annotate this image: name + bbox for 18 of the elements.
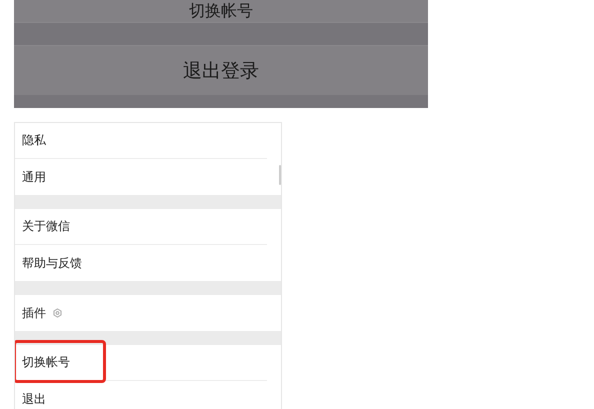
item-label: 帮助与反馈	[22, 254, 82, 272]
item-label: 切换帐号	[22, 354, 70, 371]
settings-item[interactable]: 切换帐号	[15, 345, 267, 381]
settings-item[interactable]: 插件	[15, 295, 267, 331]
settings-item[interactable]: 关于微信	[15, 209, 267, 245]
settings-item[interactable]: 退出	[15, 381, 267, 409]
scrollbar[interactable]	[279, 165, 281, 185]
menu-button[interactable]: 切换帐号	[14, 0, 428, 22]
menu-button[interactable]: 退出登录	[14, 46, 428, 95]
item-label: 通用	[22, 168, 46, 186]
item-label: 关于微信	[22, 218, 70, 235]
item-label: 插件	[22, 304, 46, 322]
gear-icon	[53, 308, 62, 318]
item-label: 隐私	[22, 132, 46, 149]
item-label: 退出	[22, 390, 46, 408]
settings-item[interactable]: 隐私	[15, 123, 267, 159]
settings-item[interactable]: 通用	[15, 159, 267, 195]
settings-item[interactable]: 帮助与反馈	[15, 245, 267, 281]
